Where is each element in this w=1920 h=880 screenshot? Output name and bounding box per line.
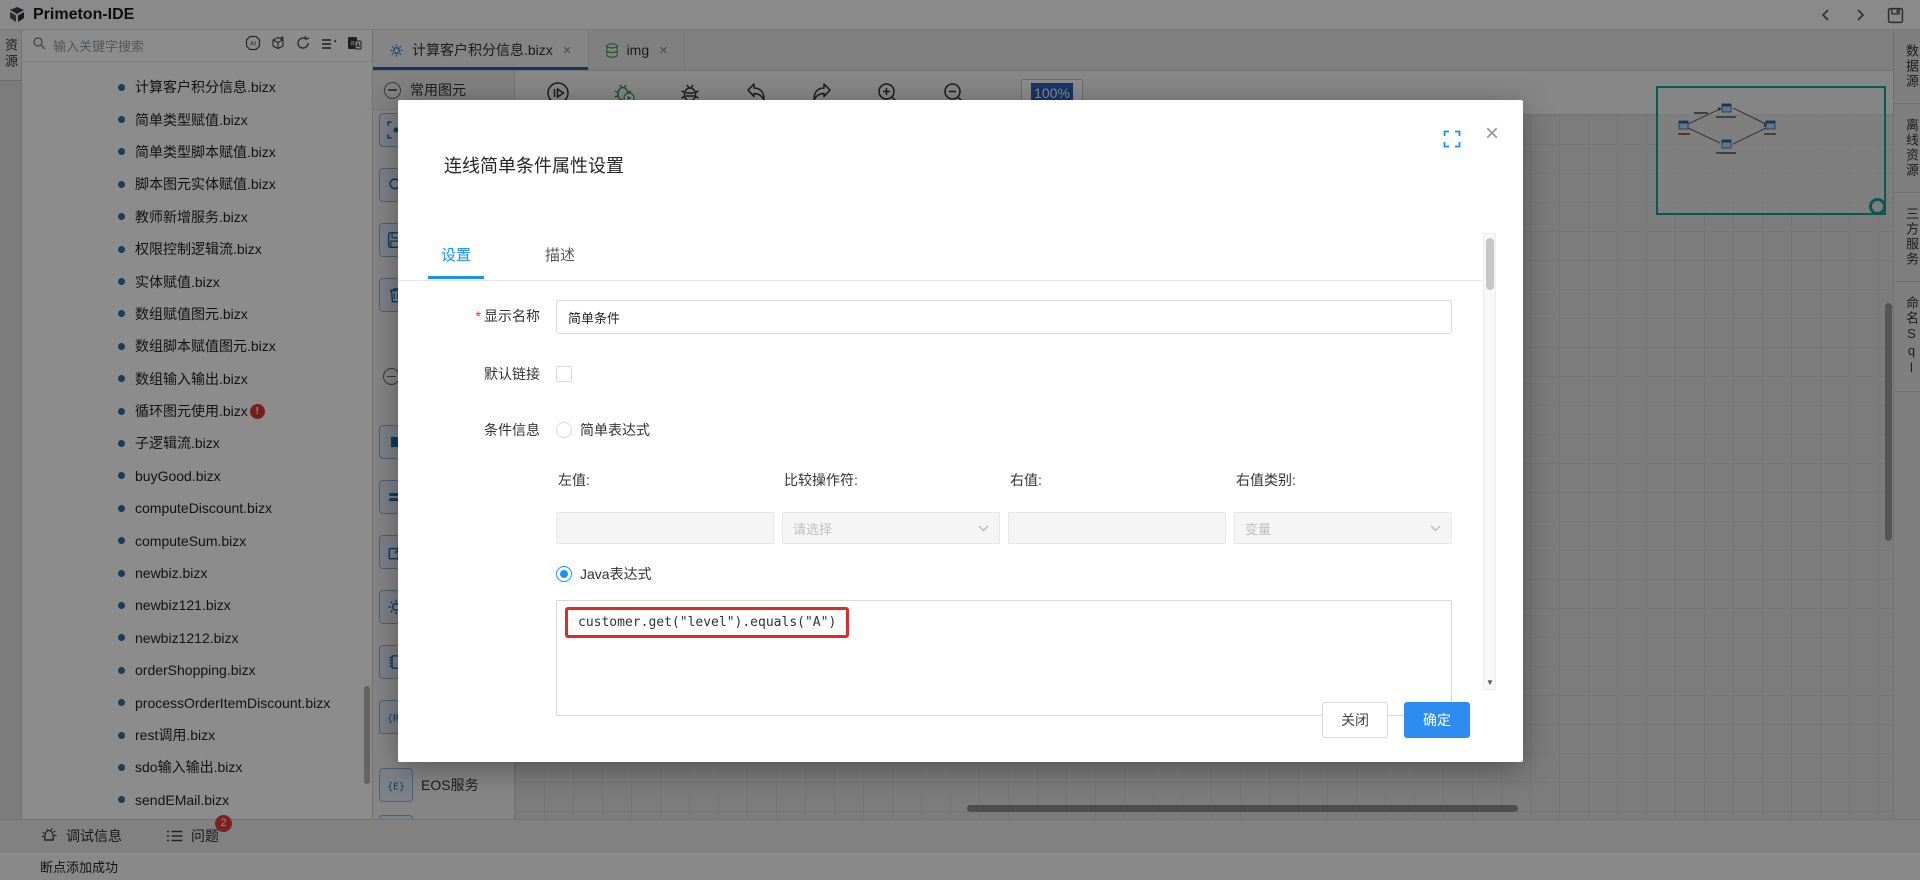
close-icon[interactable]: × xyxy=(1485,122,1499,146)
left-value-input[interactable] xyxy=(556,512,774,544)
dialog-scrollbar[interactable]: ▼ xyxy=(1483,233,1496,690)
primeton-ide-window: Primeton-IDE 资源 输入关键字搜索 A xyxy=(0,0,1920,880)
display-name-input[interactable] xyxy=(556,300,1452,334)
close-button[interactable]: 关闭 xyxy=(1322,702,1388,738)
right-value-type-select[interactable]: 变量 xyxy=(1234,512,1452,544)
right-value-header: 右值: xyxy=(1008,464,1226,504)
simple-expression-radio[interactable] xyxy=(556,422,572,438)
simple-expression-label: 简单表达式 xyxy=(580,414,650,446)
dialog-title: 连线简单条件属性设置 xyxy=(444,152,624,178)
simple-expression-radio-row[interactable]: 简单表达式 xyxy=(556,414,650,446)
java-expression-label: Java表达式 xyxy=(580,558,652,590)
dialog-tab-settings[interactable]: 设置 xyxy=(428,244,484,279)
operator-select[interactable]: 请选择 xyxy=(782,512,1000,544)
java-expression-radio[interactable] xyxy=(556,566,572,582)
left-value-header: 左值: xyxy=(556,464,774,504)
java-expression-radio-row[interactable]: Java表达式 xyxy=(556,558,1452,590)
default-link-checkbox[interactable] xyxy=(556,366,572,382)
java-expression-editor[interactable]: customer.get("level").equals("A") xyxy=(556,600,1452,716)
default-link-label: 默认链接 xyxy=(398,358,556,390)
scrollbar-thumb[interactable] xyxy=(1486,238,1494,290)
right-value-input[interactable] xyxy=(1008,512,1226,544)
dialog-form: *显示名称 默认链接 条件信息 简单表达式 左值: 比较操作符: xyxy=(398,300,1452,716)
dialog-tabs: 设置 描述 xyxy=(428,244,636,279)
fullscreen-icon[interactable] xyxy=(1443,130,1461,153)
scroll-down-arrow-icon[interactable]: ▼ xyxy=(1485,678,1495,687)
condition-info-label: 条件信息 xyxy=(398,414,556,446)
right-value-type-header: 右值类别: xyxy=(1234,464,1452,504)
operator-header: 比较操作符: xyxy=(782,464,1000,504)
confirm-button[interactable]: 确定 xyxy=(1404,702,1470,738)
dialog-tab-description[interactable]: 描述 xyxy=(532,244,588,279)
chevron-down-icon xyxy=(978,525,989,532)
chevron-down-icon xyxy=(1430,525,1441,532)
tab-divider xyxy=(398,280,1482,281)
line-condition-dialog: 连线简单条件属性设置 × 设置 描述 *显示名称 默认链接 条件信息 简单表 xyxy=(398,100,1523,762)
highlighted-expression: customer.get("level").equals("A") xyxy=(565,607,849,638)
display-name-label: *显示名称 xyxy=(398,300,556,334)
